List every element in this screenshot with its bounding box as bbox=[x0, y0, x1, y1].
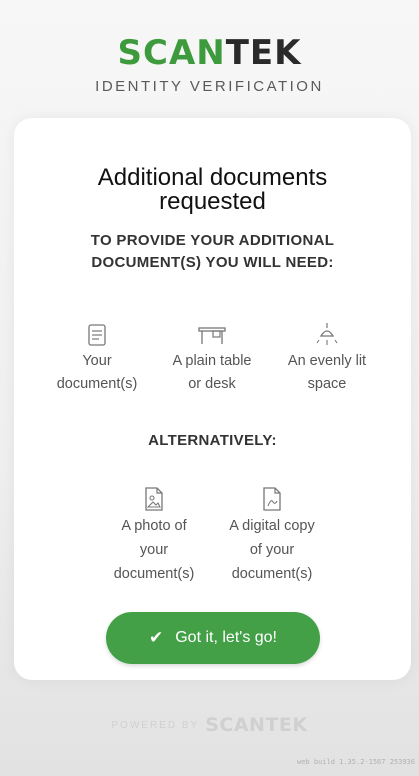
requirements-card: Additional documents requested TO PROVID… bbox=[14, 118, 411, 680]
requirement-table: A plain table or desk bbox=[157, 320, 267, 396]
logo-tek-text: TEK bbox=[225, 33, 302, 73]
alternatives-list: A photo of your document(s) A digital co… bbox=[14, 484, 411, 584]
requirement-label: or desk bbox=[188, 376, 236, 392]
powered-by-text: POWERED BY bbox=[111, 719, 200, 731]
checkmark-icon: ✔ bbox=[148, 628, 164, 647]
requirement-label: space bbox=[307, 376, 347, 392]
requirement-lighting: An evenly lit space bbox=[272, 320, 382, 396]
logo-scan-text: SCAN bbox=[117, 33, 226, 73]
requirement-label: A plain table bbox=[172, 353, 252, 369]
subtitle-line-1: TO PROVIDE YOUR ADDITIONAL bbox=[90, 232, 335, 249]
footer-logo: SCANTEK bbox=[205, 714, 308, 736]
powered-by-footer: POWERED BY SCANTEK bbox=[0, 714, 419, 736]
subtitle-line-2: DOCUMENT(S) YOU WILL NEED: bbox=[91, 254, 334, 271]
header: SCANTEK IDENTITY VERIFICATION bbox=[0, 34, 419, 95]
alternative-label: document(s) bbox=[113, 566, 195, 582]
title-line-1: Additional documents bbox=[97, 164, 328, 191]
requirements-heading: TO PROVIDE YOUR ADDITIONAL DOCUMENT(S) Y… bbox=[54, 230, 371, 274]
alternative-label: your bbox=[139, 542, 169, 558]
alternative-photo: A photo of your document(s) bbox=[99, 484, 209, 586]
continue-button-label: Got it, let's go! bbox=[175, 629, 277, 646]
requirement-document: Your document(s) bbox=[42, 320, 152, 396]
alternatively-heading: ALTERNATIVELY: bbox=[148, 432, 277, 449]
alternative-digital: A digital copy of your document(s) bbox=[217, 484, 327, 586]
alternative-label: A photo of bbox=[121, 518, 187, 534]
build-version: web build 1.35.2-1567 253936 bbox=[296, 758, 415, 766]
alternative-label: A digital copy bbox=[229, 518, 315, 534]
photo-file-icon bbox=[99, 484, 209, 514]
lamp-icon bbox=[272, 320, 382, 350]
alternative-label: of your bbox=[249, 542, 295, 558]
requirement-label: document(s) bbox=[56, 376, 138, 392]
pdf-file-icon bbox=[217, 484, 327, 514]
document-icon bbox=[42, 320, 152, 350]
table-icon bbox=[157, 320, 267, 350]
requirement-label: An evenly lit bbox=[287, 353, 367, 369]
title-line-2: requested bbox=[159, 188, 266, 215]
continue-button[interactable]: ✔ Got it, let's go! bbox=[106, 612, 320, 664]
requirements-list: Your document(s) A plain table or desk A… bbox=[14, 320, 411, 410]
tagline: IDENTITY VERIFICATION bbox=[95, 78, 324, 95]
page-title: Additional documents requested bbox=[14, 166, 411, 214]
requirement-label: Your bbox=[82, 353, 112, 369]
alternative-label: document(s) bbox=[231, 566, 313, 582]
scantek-logo: SCANTEK bbox=[0, 34, 419, 72]
